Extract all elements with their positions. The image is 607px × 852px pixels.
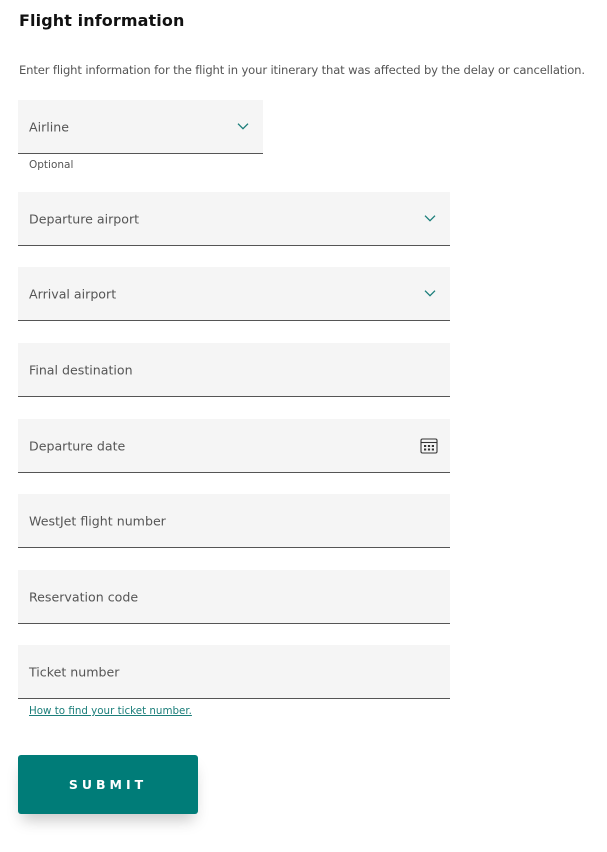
chevron-down-icon bbox=[237, 122, 249, 130]
departure-date-input[interactable]: Departure date bbox=[18, 419, 450, 473]
flight-number-label: WestJet flight number bbox=[29, 513, 166, 528]
ticket-number-input[interactable]: Ticket number bbox=[18, 645, 450, 699]
section-description: Enter flight information for the flight … bbox=[19, 63, 585, 77]
calendar-icon[interactable] bbox=[420, 437, 438, 454]
submit-button[interactable]: SUBMIT bbox=[18, 755, 198, 814]
section-title: Flight information bbox=[19, 11, 185, 30]
ticket-number-help-link[interactable]: How to find your ticket number. bbox=[29, 705, 192, 717]
departure-airport-select[interactable]: Departure airport bbox=[18, 192, 450, 246]
airline-helper-text: Optional bbox=[29, 159, 74, 171]
final-destination-label: Final destination bbox=[29, 362, 133, 377]
ticket-number-label: Ticket number bbox=[29, 664, 120, 679]
departure-airport-label: Departure airport bbox=[29, 211, 140, 226]
arrival-airport-label: Arrival airport bbox=[29, 286, 117, 301]
flight-number-input[interactable]: WestJet flight number bbox=[18, 494, 450, 548]
reservation-code-label: Reservation code bbox=[29, 589, 139, 604]
airline-select[interactable]: Airline bbox=[18, 100, 263, 154]
reservation-code-input[interactable]: Reservation code bbox=[18, 570, 450, 624]
arrival-airport-select[interactable]: Arrival airport bbox=[18, 267, 450, 321]
chevron-down-icon bbox=[424, 214, 436, 222]
airline-label: Airline bbox=[29, 119, 70, 134]
final-destination-input[interactable]: Final destination bbox=[18, 343, 450, 397]
departure-date-label: Departure date bbox=[29, 438, 126, 453]
chevron-down-icon bbox=[424, 289, 436, 297]
